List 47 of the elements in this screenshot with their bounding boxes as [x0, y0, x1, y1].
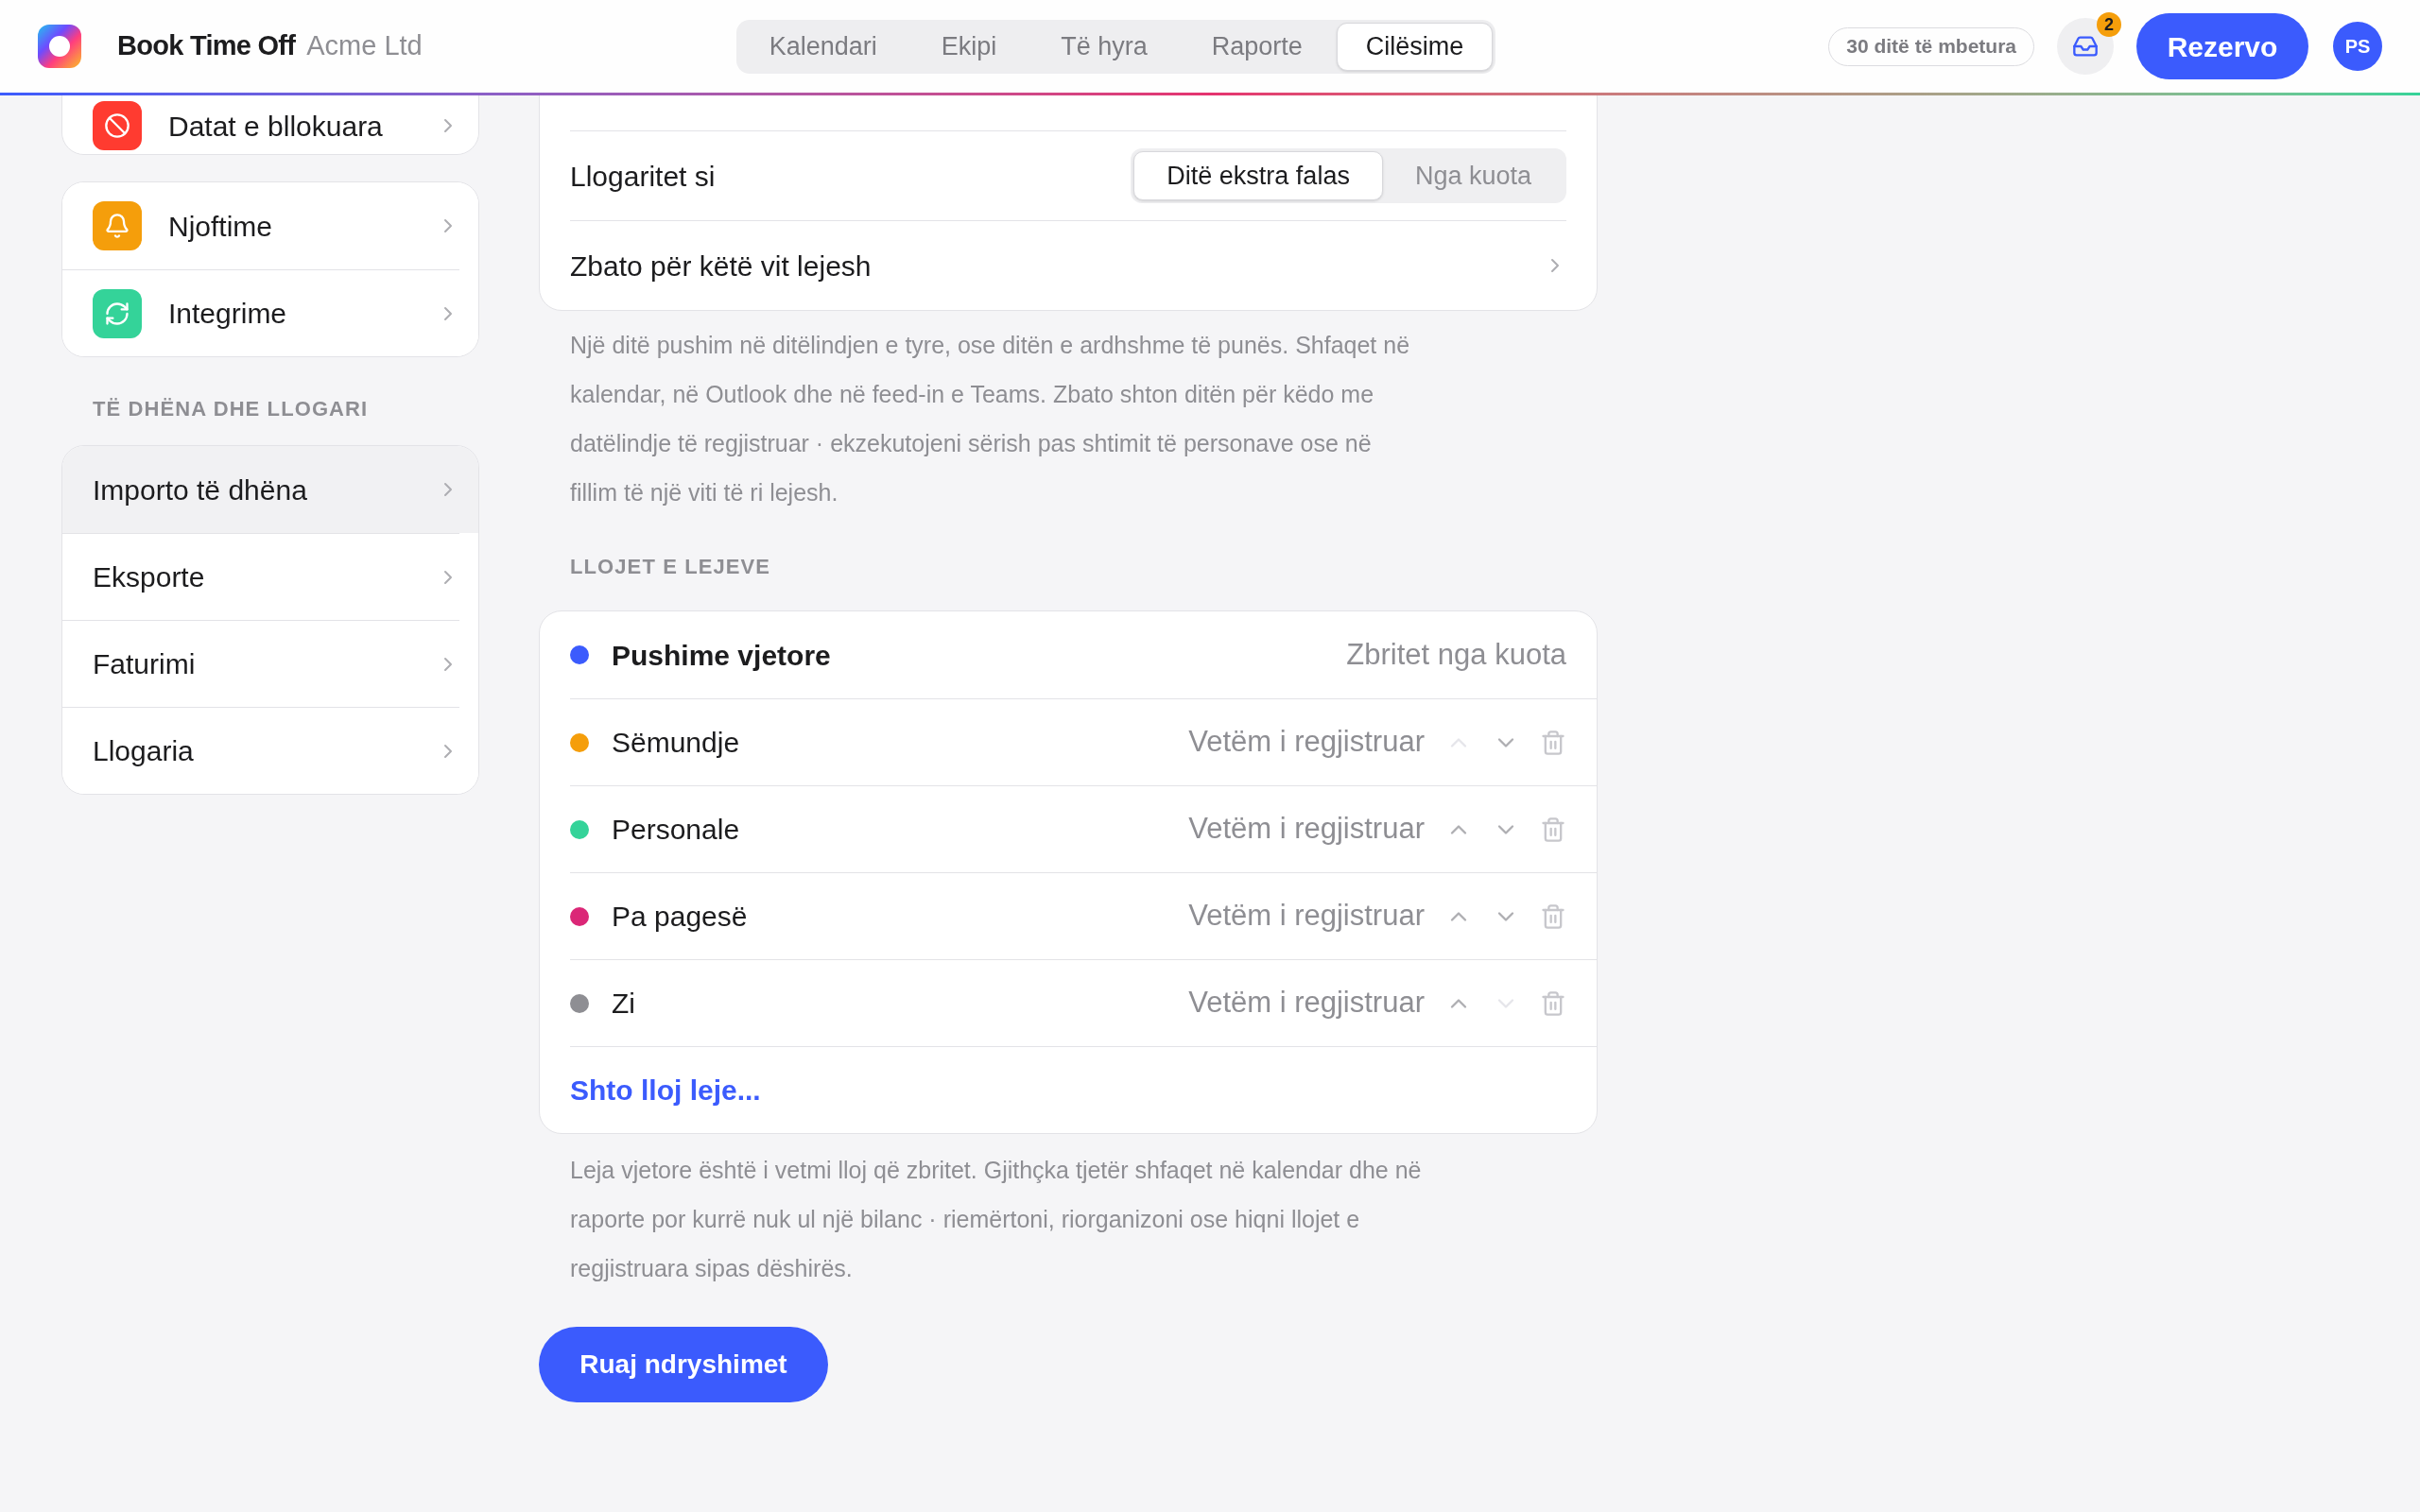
nav-tab[interactable]: Raporte	[1181, 22, 1333, 71]
leave-type-name: Pa pagesë	[612, 900, 749, 934]
sidebar-item[interactable]: Importo të dhëna	[62, 446, 478, 533]
nav-tab[interactable]: Ekipi	[910, 22, 1028, 71]
add-leave-type-link[interactable]: Shto lloj leje...	[570, 1069, 761, 1111]
item-label: Integrime	[168, 297, 288, 331]
nav-tab[interactable]: Kalendari	[738, 22, 908, 71]
leave-type-name: Pushime vjetore	[612, 638, 832, 673]
refresh-icon	[104, 300, 130, 327]
segment-option[interactable]: Ditë ekstra falas	[1133, 151, 1383, 200]
delete-icon[interactable]	[1540, 989, 1566, 1017]
nav-tab[interactable]: Të hyra	[1030, 22, 1178, 71]
delete-icon[interactable]	[1540, 729, 1566, 756]
leave-type-mode: Vetëm i regjistruar	[1188, 898, 1425, 935]
app-name: Book Time Off	[117, 29, 296, 63]
delete-icon[interactable]	[1540, 816, 1566, 843]
section-label: LLOJET E LEJEVE	[569, 554, 772, 580]
section-note: Leja vjetore është i vetmi lloj që zbritet. Gjithçka tjetër shfaqet në kalendar dhe në raporte por kurrë nuk ul një bilanc · riemërtoni, riorganizoni ose hiqni llojet e regjistruara sipas dëshirës.	[569, 1156, 1423, 1283]
leave-type-name: Personale	[612, 813, 741, 847]
item-label: Datat e bllokuara	[168, 109, 384, 144]
row-label: Llogaritet si	[570, 159, 717, 194]
leave-type-name: Zi	[612, 987, 636, 1021]
row-label: Zbato për këtë vit lejesh	[570, 249, 873, 284]
user-avatar[interactable]: PS	[2333, 22, 2382, 71]
sidebar-item[interactable]: Integrime	[62, 269, 478, 356]
sidebar-item[interactable]: Llogaria	[62, 707, 478, 794]
item-label: Llogaria	[93, 734, 195, 768]
company-name: Acme Ltd	[306, 29, 423, 63]
leave-type-mode: Vetëm i regjistruar	[1188, 985, 1425, 1022]
leave-type-mode: Zbritet nga kuota	[1346, 636, 1566, 673]
nav-tab[interactable]: Cilësime	[1336, 22, 1494, 71]
item-label: Importo të dhëna	[93, 472, 308, 507]
leave-type-mode: Vetëm i regjistruar	[1188, 724, 1425, 761]
delete-icon[interactable]	[1540, 902, 1566, 930]
item-label: Faturimi	[93, 647, 197, 681]
item-label: Njoftime	[168, 209, 274, 244]
item-label: Eksporte	[93, 560, 206, 594]
app-logo	[38, 25, 81, 68]
section-label: TË DHËNA DHE LLOGARI	[92, 396, 370, 422]
save-button[interactable]: Ruaj ndryshimet	[539, 1327, 828, 1402]
leave-type-mode: Vetëm i regjistruar	[1188, 811, 1425, 848]
prohibited-icon	[104, 112, 130, 139]
book-button[interactable]: Rezervo	[2136, 13, 2308, 79]
section-note: Një ditë pushim në ditëlindjen e tyre, ose ditën e ardhshme të punës. Shfaqet në kalendar, në Outlook dhe në feed-in e Teams. Zbato shton ditën për këdo me datëlindje të regjistruar · ekzekutojeni sërish pas shtimit të personave ose në fillim të një viti të ri lejesh.	[569, 331, 1411, 507]
notification-badge: 2	[2097, 12, 2121, 37]
leave-type-name: Sëmundje	[612, 726, 741, 760]
bell-icon	[104, 213, 130, 239]
